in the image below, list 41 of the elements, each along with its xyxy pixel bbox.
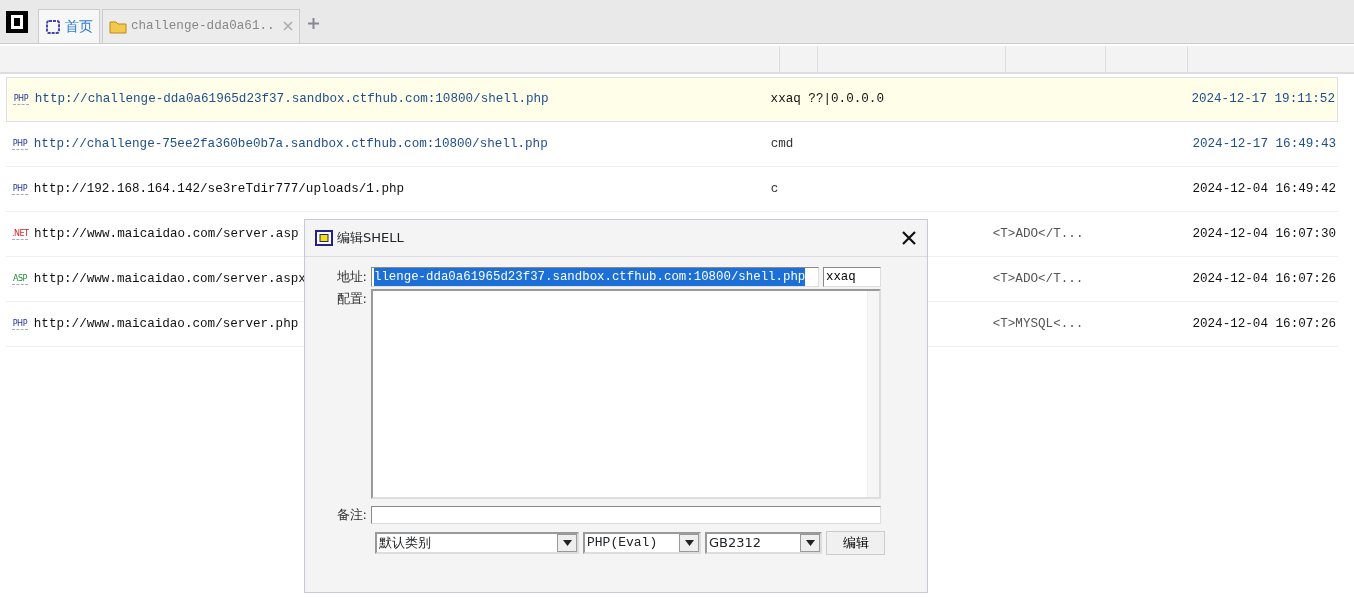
table-row[interactable]: PHP http://192.168.164.142/se3reTdir777/uploads/1.php c 2024-12-04 16:49:42 [6,167,1338,212]
caret-icon [684,539,694,546]
dropdown[interactable]: GB2312 [705,531,822,554]
caret-icon [805,539,815,546]
close-icon[interactable] [901,230,917,246]
tab-icon [45,18,61,35]
url-cell: http://www.maicaidao.com/server.asp [34,226,299,241]
note-cell: cmd [770,136,794,151]
edit-button[interactable]: 编辑 [826,530,885,555]
folder-icon [109,19,127,34]
time-cell: 2024-12-17 19:11:52 [1191,92,1335,107]
password-field[interactable]: xxaq [823,267,881,287]
url-cell: http://challenge-75ee2fa360be0b7a.sandbox.ctfhub.com:10800/shell.php [33,136,548,151]
dialog-title: 编辑SHELL [337,229,404,248]
url-cell: http://www.maicaidao.com/server.php [33,316,299,331]
url-cell: http://challenge-dda0a61965d23f37.sandbox.ctfhub.com:10800/shell.php [34,92,549,107]
note-label: 备注: [335,506,368,524]
info-cell: <T>ADO</T... [992,271,1084,286]
url-cell: http://www.maicaidao.com/server.aspx [33,271,306,286]
table-row[interactable]: PHP http://challenge-dda0a61965d23f37.sandbox.ctfhub.com:10800/shell.php xxaq ??|0.0.0.0 2024-12-17 19:11:52 [6,77,1338,122]
time-cell: 2024-12-04 16:49:42 [1192,181,1336,196]
caret-icon [562,539,572,546]
time-cell: 2024-12-04 16:07:26 [1192,271,1336,286]
dropdown[interactable]: PHP(Eval) [583,531,701,554]
note-cell: xxaq ??|0.0.0.0 [770,92,884,107]
time-cell: 2024-12-04 16:07:30 [1192,226,1336,241]
tab[interactable]: 首页 [38,9,100,43]
config-field[interactable] [371,289,881,499]
info-cell: <T>MYSQL<... [992,316,1084,331]
url-cell: http://192.168.164.142/se3reTdir777/uploads/1.php [33,181,405,196]
address-field[interactable]: llenge-dda0a61965d23f37.sandbox.ctfhub.com:10800/shell.php [371,267,819,287]
note-cell: c [770,181,779,196]
dropdown[interactable]: 默认类别 [375,531,579,554]
window-icon [315,230,333,246]
address-label: 地址: [335,268,368,287]
time-cell: 2024-12-04 16:07:26 [1192,316,1336,331]
time-cell: 2024-12-17 16:49:43 [1192,136,1336,151]
table-row[interactable]: PHP http://challenge-75ee2fa360be0b7a.sandbox.ctfhub.com:10800/shell.php cmd 2024-12-17 16:49:43 [6,122,1338,167]
note-field[interactable] [371,505,881,524]
info-cell: <T>ADO</T... [992,226,1084,241]
app-logo-icon [6,11,28,33]
